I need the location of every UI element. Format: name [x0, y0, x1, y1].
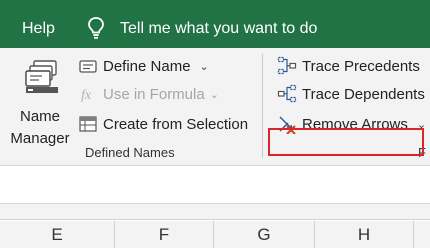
trace-precedents-icon — [277, 56, 297, 75]
use-in-formula-button[interactable]: fx Use in Formula ⌄ — [78, 82, 219, 106]
column-header[interactable]: H — [315, 221, 414, 248]
create-from-selection-button[interactable]: Create from Selection — [78, 112, 248, 136]
group-separator — [262, 54, 263, 158]
create-from-selection-label: Create from Selection — [103, 115, 249, 133]
column-header[interactable]: G — [214, 221, 315, 248]
formula-bar-divider — [0, 204, 430, 220]
svg-text:fx: fx — [81, 88, 92, 103]
ribbon-tab-bar: Help Tell me what you want to do — [0, 0, 430, 48]
trace-precedents-button[interactable]: Trace Precedents — [277, 54, 420, 78]
trace-dependents-button[interactable]: Trace Dependents — [277, 82, 425, 106]
formula-bar[interactable] — [0, 166, 430, 204]
name-manager-label-line2: Manager — [10, 130, 70, 147]
trace-dependents-icon — [277, 84, 297, 103]
create-from-selection-icon — [79, 116, 97, 132]
use-in-formula-label: Use in Formula — [103, 85, 205, 103]
trace-dependents-label: Trace Dependents — [302, 85, 425, 103]
define-name-label: Define Name — [103, 57, 191, 75]
formulas-ribbon: Name Manager Define Name ⌄ fx Use in For… — [0, 48, 430, 166]
column-header[interactable]: E — [0, 221, 115, 248]
trace-dependents-highlight — [268, 128, 424, 156]
lightbulb-icon[interactable] — [87, 16, 105, 40]
chevron-down-icon: ⌄ — [209, 88, 219, 101]
trace-precedents-label: Trace Precedents — [302, 57, 420, 75]
fx-icon: fx — [81, 88, 92, 103]
tell-me-search[interactable]: Tell me what you want to do — [120, 20, 317, 38]
name-manager-icon — [25, 60, 58, 93]
chevron-down-icon[interactable]: ⌄ — [200, 60, 209, 73]
group-label-defined-names: Defined Names — [85, 145, 175, 160]
column-header[interactable]: F — [115, 221, 214, 248]
name-manager-button[interactable]: Name Manager — [8, 58, 72, 148]
define-name-button[interactable]: Define Name ⌄ — [78, 54, 209, 78]
name-manager-label-line1: Name — [19, 108, 60, 125]
define-name-icon — [79, 60, 97, 73]
column-headers: E F G H — [0, 221, 430, 248]
tab-help[interactable]: Help — [22, 20, 55, 38]
